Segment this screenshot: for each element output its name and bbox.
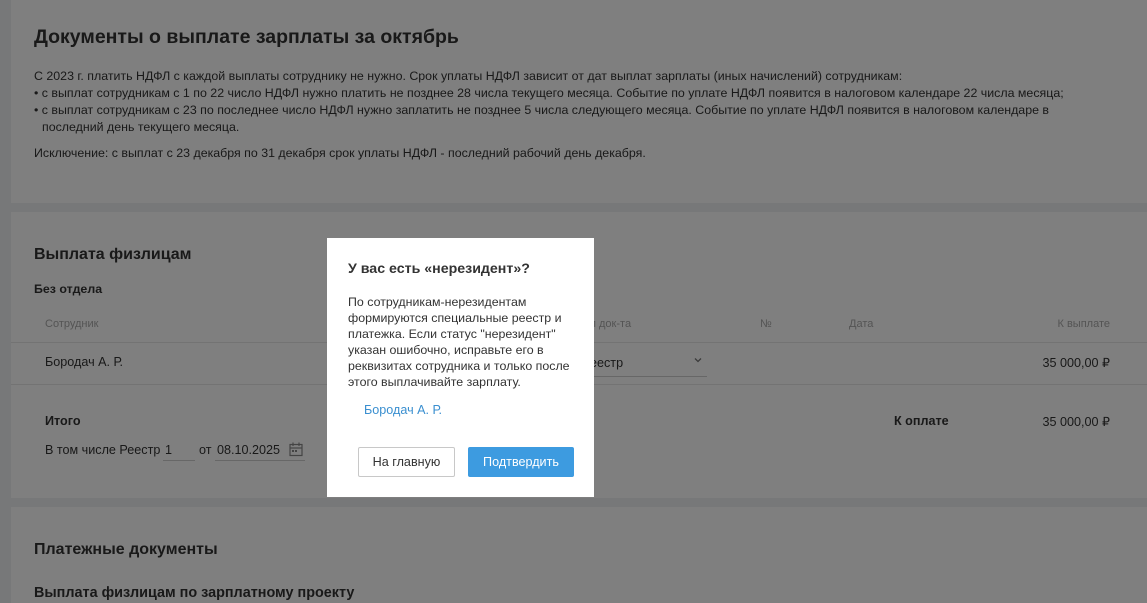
nonresident-dialog: У вас есть «нерезидент»? По сотрудникам-… <box>327 238 594 497</box>
employee-link[interactable]: Бородач А. Р. <box>364 403 442 417</box>
home-button[interactable]: На главную <box>358 447 455 477</box>
dialog-title: У вас есть «нерезидент»? <box>348 261 530 277</box>
confirm-button[interactable]: Подтвердить <box>468 447 574 477</box>
dialog-body: По сотрудникам-нерезидентам формируются … <box>348 295 570 389</box>
